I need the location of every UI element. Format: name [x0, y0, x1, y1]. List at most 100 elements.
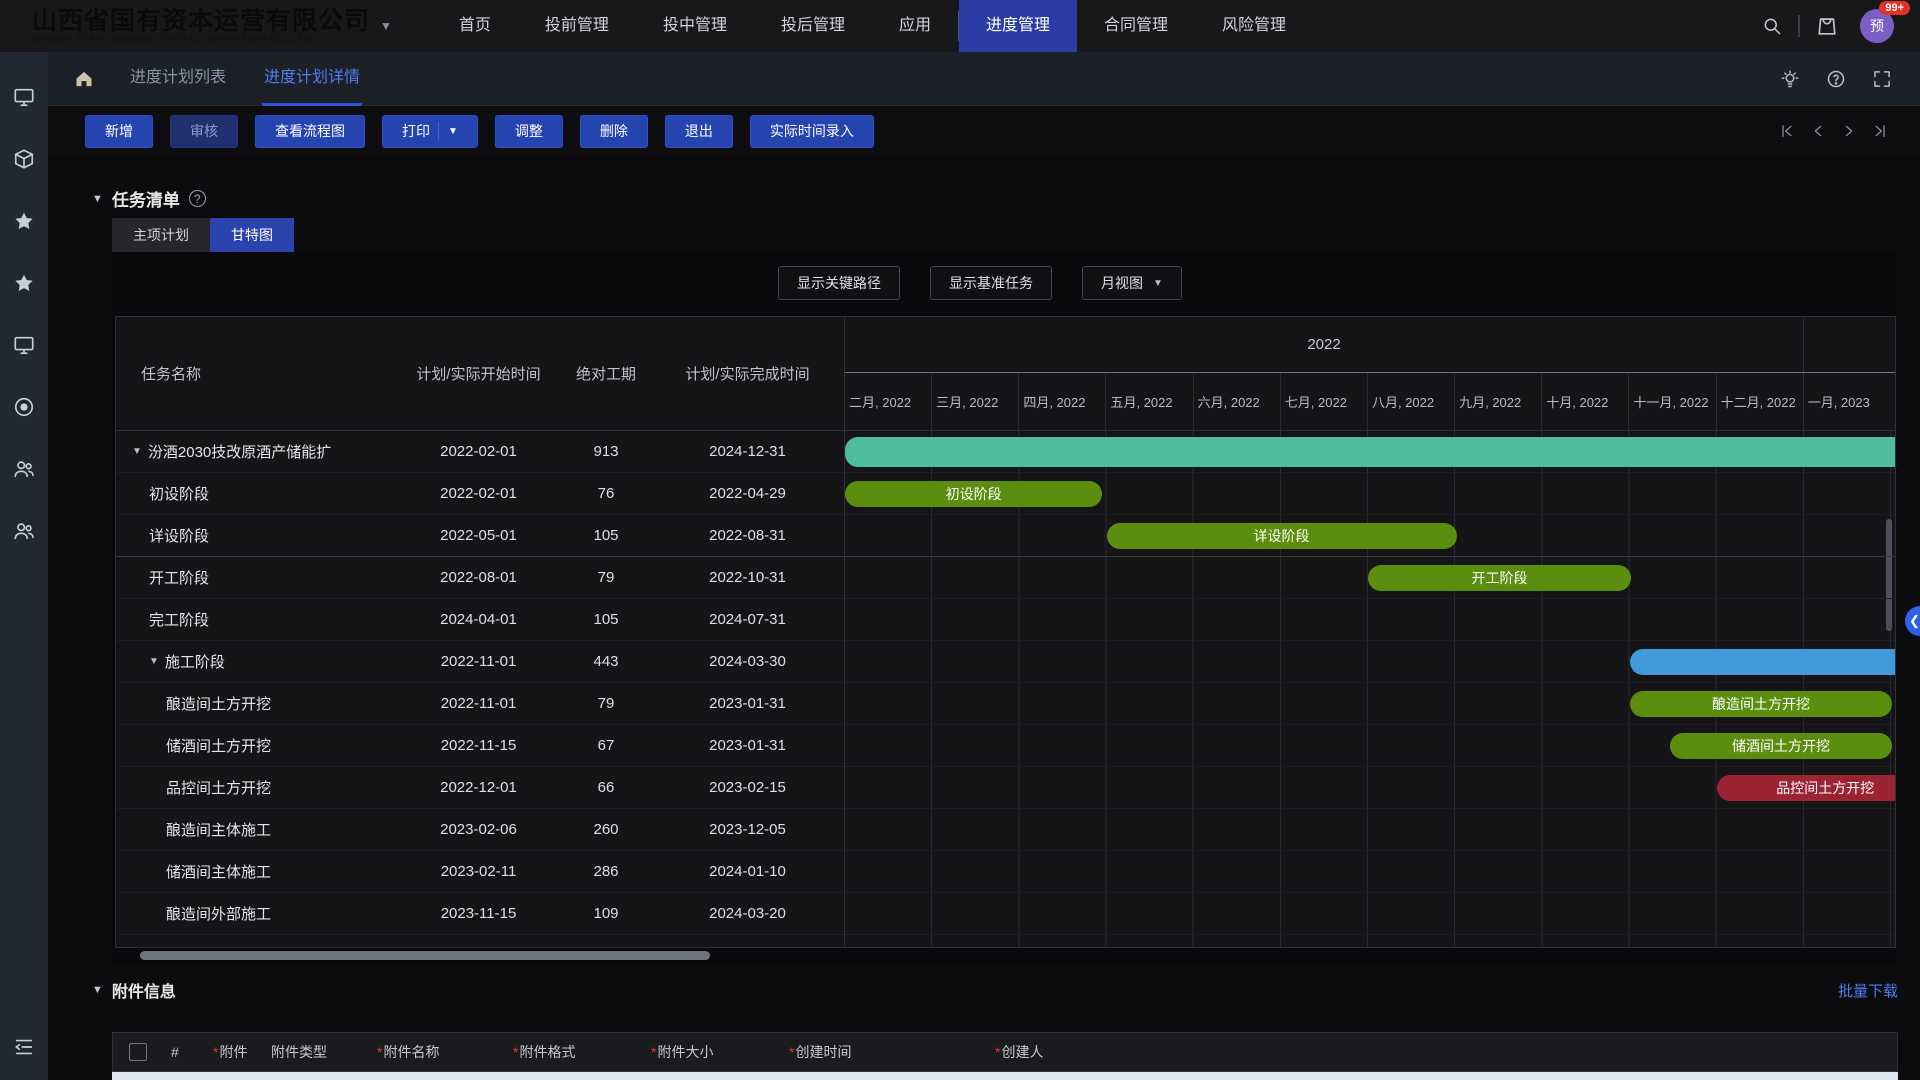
action-toolbar: 新增审核查看流程图 打印 ▼ 调整 删除 退出 实际时间录入	[48, 106, 1920, 156]
nav-item-进度管理[interactable]: 进度管理	[959, 0, 1077, 52]
batch-download-link[interactable]: 批量下载	[1838, 980, 1898, 1001]
nav-item-风险管理[interactable]: 风险管理	[1195, 0, 1313, 52]
vertical-scrollbar[interactable]	[1886, 519, 1892, 631]
show-critical-path-button[interactable]: 显示关键路径	[778, 266, 900, 300]
target-icon[interactable]	[13, 396, 35, 418]
monitor-icon[interactable]	[13, 86, 35, 108]
nav-item-合同管理[interactable]: 合同管理	[1077, 0, 1195, 52]
breadcrumb-tab-进度计划列表[interactable]: 进度计划列表	[128, 52, 228, 106]
table-row[interactable]: 品控间土方开挖2022-12-01662023-02-15	[116, 767, 844, 809]
brand[interactable]: 山西省国有资本运营有限公司 SHANXI STATE-OWNED CAPITAL…	[32, 8, 392, 45]
month-label: 十一月, 2022	[1629, 373, 1716, 430]
collapse-triangle-icon[interactable]: ▼	[92, 193, 103, 205]
mail-icon[interactable]	[1816, 15, 1838, 37]
toolbar-button-新增[interactable]: 新增	[85, 115, 153, 148]
collapse-triangle-icon[interactable]: ▼	[92, 984, 103, 996]
gantt-bar-品控间土方开挖[interactable]: 品控间土方开挖	[1717, 775, 1895, 801]
view-tab-甘特图[interactable]: 甘特图	[210, 218, 294, 252]
table-row[interactable]: 酿造间外部施工2023-11-151092024-03-20	[116, 893, 844, 935]
help-icon[interactable]	[1826, 69, 1846, 89]
task-finish-date: 2022-04-29	[651, 485, 844, 502]
users-icon[interactable]	[13, 458, 35, 480]
task-finish-date: 2022-10-31	[651, 569, 844, 586]
toolbar-button-审核[interactable]: 审核	[170, 115, 238, 148]
chevron-down-icon[interactable]: ▼	[438, 122, 458, 140]
table-row[interactable]: 酿造间土方开挖2022-11-01792023-01-31	[116, 683, 844, 725]
nav-item-首页[interactable]: 首页	[432, 0, 518, 52]
nav-item-投中管理[interactable]: 投中管理	[636, 0, 754, 52]
view-tab-主项计划[interactable]: 主项计划	[112, 218, 210, 252]
table-row[interactable]: 完工阶段2024-04-011052024-07-31	[116, 599, 844, 641]
attachment-col-附件名称: *附件名称	[377, 1042, 513, 1062]
table-row[interactable]: 酿造间主体施工2023-02-062602023-12-05	[116, 809, 844, 851]
prev-page-icon[interactable]	[1810, 123, 1826, 139]
star-icon[interactable]	[13, 272, 35, 294]
select-all-checkbox[interactable]	[129, 1043, 147, 1061]
nav-item-应用[interactable]: 应用	[872, 0, 958, 52]
nav-item-投前管理[interactable]: 投前管理	[518, 0, 636, 52]
chevron-down-icon[interactable]: ▼	[380, 19, 392, 33]
first-page-icon[interactable]	[1779, 123, 1795, 139]
button-label: 打印	[402, 121, 430, 141]
row-divider	[845, 766, 1895, 767]
menu-fold-icon[interactable]	[13, 1036, 35, 1058]
home-icon[interactable]	[74, 69, 94, 89]
gantt-bar-储酒间土方开挖[interactable]: 储酒间土方开挖	[1670, 733, 1893, 759]
search-icon[interactable]	[1762, 16, 1782, 36]
gantt-bar-汾酒2030技改原酒产储能扩[interactable]	[845, 437, 1895, 467]
fullscreen-icon[interactable]	[1872, 69, 1892, 89]
toolbar-button-删除[interactable]: 删除	[580, 115, 648, 148]
task-start-date: 2022-08-01	[396, 569, 561, 586]
gantt-bar-详设阶段[interactable]: 详设阶段	[1107, 523, 1457, 549]
toolbar-button-查看流程图[interactable]: 查看流程图	[255, 115, 365, 148]
cube-icon[interactable]	[13, 148, 35, 170]
toolbar-button-退出[interactable]: 退出	[665, 115, 733, 148]
task-duration: 109	[561, 905, 651, 922]
avatar[interactable]: 预 99+	[1860, 9, 1894, 43]
divider	[1798, 15, 1800, 37]
gantt-bar-酿造间土方开挖[interactable]: 酿造间土方开挖	[1630, 691, 1893, 717]
year-label: 2022	[845, 317, 1804, 372]
table-row[interactable]: 储酒间土方开挖2022-11-15672023-01-31	[116, 725, 844, 767]
expand-triangle-icon[interactable]: ▼	[132, 446, 142, 457]
task-finish-date: 2023-01-31	[651, 695, 844, 712]
button-label: 删除	[600, 121, 628, 141]
breadcrumb-tab-进度计划详情[interactable]: 进度计划详情	[262, 52, 362, 106]
table-row[interactable]: ▼汾酒2030技改原酒产储能扩2022-02-019132024-12-31	[116, 431, 844, 473]
last-page-icon[interactable]	[1872, 123, 1888, 139]
gantt-bar-初设阶段[interactable]: 初设阶段	[845, 481, 1102, 507]
required-asterisk: *	[213, 1044, 218, 1060]
gantt-bar-开工阶段[interactable]: 开工阶段	[1368, 565, 1631, 591]
help-circle-icon[interactable]: ?	[189, 190, 206, 207]
star-icon[interactable]	[13, 210, 35, 232]
section-title: 任务清单	[112, 186, 180, 211]
button-label: 调整	[515, 121, 543, 141]
toolbar-button-调整[interactable]: 调整	[495, 115, 563, 148]
monitor-icon[interactable]	[13, 334, 35, 356]
table-row[interactable]: ▼施工阶段2022-11-014432024-03-30	[116, 641, 844, 683]
horizontal-scrollbar[interactable]	[140, 951, 710, 960]
task-duration: 913	[561, 443, 651, 460]
task-finish-date: 2024-03-20	[651, 905, 844, 922]
panel-collapse-toggle[interactable]: ❮	[1905, 606, 1920, 636]
task-name: 酿造间外部施工	[116, 903, 396, 924]
toolbar-button-打印[interactable]: 打印 ▼	[382, 115, 478, 148]
view-mode-select[interactable]: 月视图 ▼	[1082, 266, 1182, 300]
attachment-table-header: #*附件附件类型*附件名称*附件格式*附件大小*创建时间*创建人	[112, 1032, 1898, 1072]
users-icon[interactable]	[13, 520, 35, 542]
table-row[interactable]: 储酒间主体施工2023-02-112862024-01-10	[116, 851, 844, 893]
table-row[interactable]: 初设阶段2022-02-01762022-04-29	[116, 473, 844, 515]
table-row[interactable]: 详设阶段2022-05-011052022-08-31	[116, 515, 844, 557]
gantt-bar-施工阶段[interactable]	[1630, 649, 1895, 675]
toolbar-button-实际时间录入[interactable]: 实际时间录入	[750, 115, 874, 148]
bulb-icon[interactable]	[1780, 69, 1800, 89]
button-label: 实际时间录入	[770, 121, 854, 141]
notification-badge: 99+	[1879, 1, 1910, 15]
nav-item-投后管理[interactable]: 投后管理	[754, 0, 872, 52]
task-name: 详设阶段	[116, 525, 396, 546]
table-row[interactable]: 开工阶段2022-08-01792022-10-31	[116, 557, 844, 599]
task-start-date: 2023-02-06	[396, 821, 561, 838]
show-baseline-button[interactable]: 显示基准任务	[930, 266, 1052, 300]
expand-triangle-icon[interactable]: ▼	[149, 656, 159, 667]
next-page-icon[interactable]	[1841, 123, 1857, 139]
